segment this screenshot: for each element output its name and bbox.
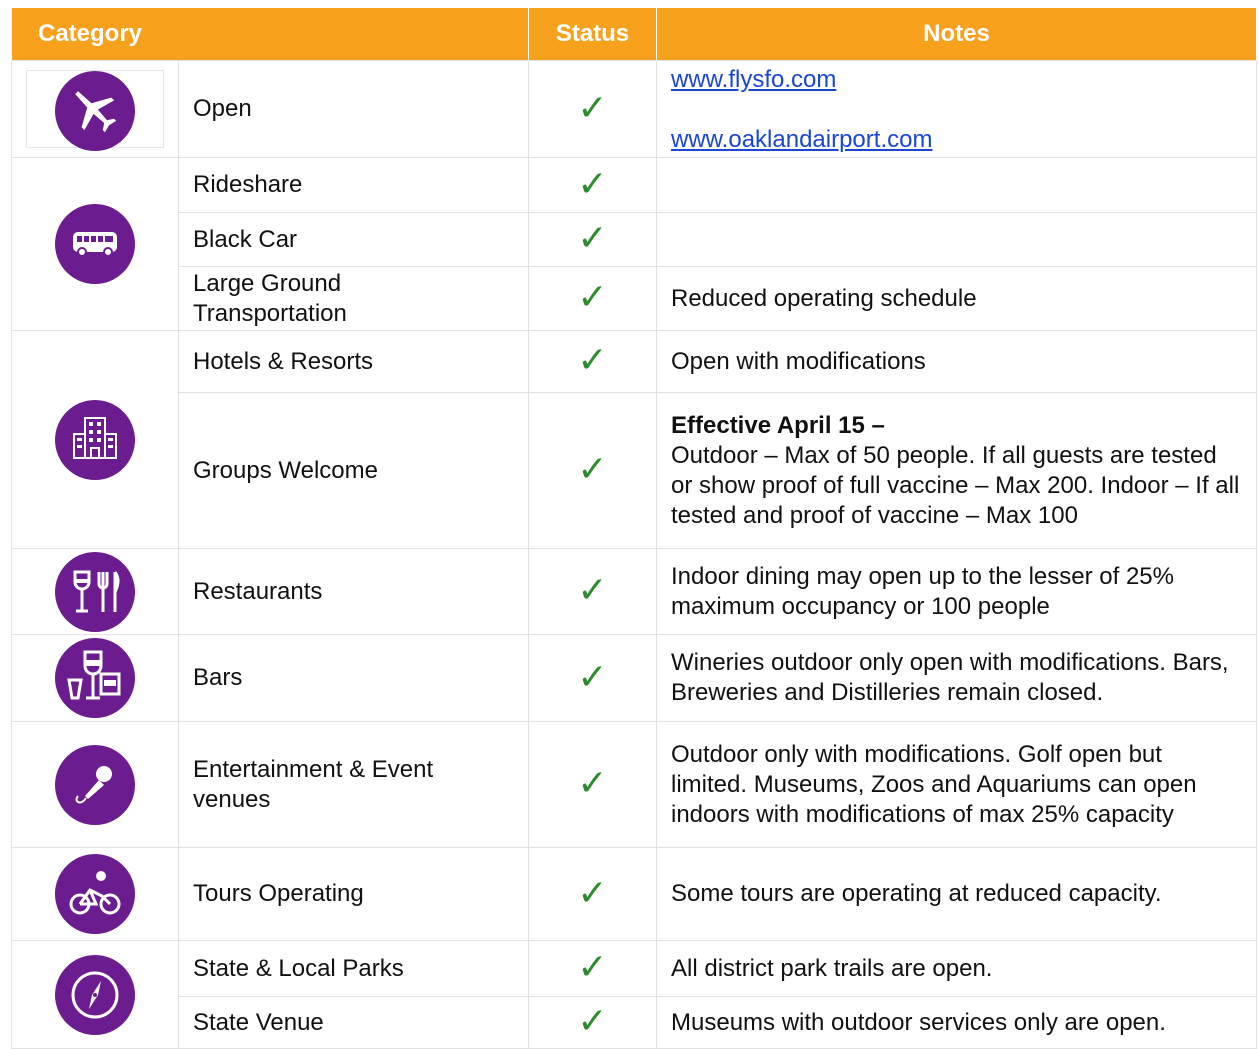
table-row: Rideshare ✓ bbox=[11, 157, 1257, 331]
table-row: Open ✓ www.flysfo.com www.oaklandairport… bbox=[11, 60, 1257, 158]
table-row: Black Car ✓ bbox=[12, 212, 1257, 267]
notes-cell: Outdoor only with modifications. Golf op… bbox=[656, 721, 1257, 848]
bicycle-icon bbox=[55, 854, 135, 934]
microphone-icon bbox=[55, 744, 135, 825]
category-icon-cell bbox=[11, 634, 179, 722]
check-icon: ✓ bbox=[577, 218, 608, 259]
table-row: Restaurants ✓ Indoor dining may open up … bbox=[11, 548, 1257, 635]
check-icon: ✓ bbox=[577, 340, 608, 381]
category-label: State Venue bbox=[178, 996, 529, 1049]
table-row: State & Local Parks ✓ All district park … bbox=[11, 940, 1257, 1049]
check-icon: ✓ bbox=[577, 163, 608, 205]
notes-cell bbox=[656, 212, 1257, 267]
category-icon-cell bbox=[11, 60, 179, 158]
header-notes: Notes bbox=[656, 8, 1257, 61]
check-icon: ✓ bbox=[577, 1001, 608, 1042]
category-label: Hotels & Resorts bbox=[178, 330, 529, 393]
bus-icon bbox=[55, 204, 135, 284]
notes-cell: Wineries outdoor only open with modifica… bbox=[656, 634, 1257, 722]
category-label: Rideshare bbox=[178, 157, 529, 213]
table-row: Entertainment & Event venues ✓ Outdoor o… bbox=[11, 721, 1257, 848]
category-icon-cell bbox=[11, 548, 179, 635]
link-flysfo[interactable]: www.flysfo.com bbox=[671, 66, 836, 93]
category-icon-cell bbox=[11, 940, 179, 1049]
notes-cell: All district park trails are open. bbox=[656, 940, 1257, 997]
check-icon: ✓ bbox=[577, 570, 608, 611]
category-label: Restaurants bbox=[178, 548, 529, 635]
category-icon-cell bbox=[11, 157, 179, 331]
link-oaklandairport[interactable]: www.oaklandairport.com bbox=[671, 126, 932, 153]
compass-icon bbox=[55, 954, 135, 1035]
status-cell: ✓ bbox=[528, 266, 657, 331]
category-label: Groups Welcome bbox=[178, 392, 529, 549]
category-label: Entertainment & Event venues bbox=[178, 721, 529, 848]
notes-cell: Museums with outdoor services only are o… bbox=[656, 996, 1257, 1049]
notes-cell: Effective April 15 – Outdoor – Max of 50… bbox=[656, 392, 1257, 549]
status-cell: ✓ bbox=[528, 721, 657, 848]
check-icon: ✓ bbox=[577, 277, 608, 318]
notes-cell: www.flysfo.com www.oaklandairport.com bbox=[656, 60, 1257, 158]
category-label: State & Local Parks bbox=[178, 940, 529, 997]
status-table: Category Status Notes Open ✓ www.flysfo.… bbox=[11, 8, 1257, 1049]
drinks-icon bbox=[55, 638, 135, 718]
building-icon bbox=[55, 399, 135, 480]
category-icon-cell bbox=[11, 847, 179, 941]
status-cell: ✓ bbox=[528, 330, 657, 393]
header-row: Category Status Notes bbox=[11, 8, 1257, 61]
table-row: State Venue ✓ Museums with outdoor servi… bbox=[12, 996, 1257, 1049]
header-category: Category bbox=[11, 8, 529, 61]
notes-cell: Indoor dining may open up to the lesser … bbox=[656, 548, 1257, 635]
header-status: Status bbox=[528, 8, 657, 61]
category-label: Large Ground Transportation bbox=[178, 266, 529, 331]
status-cell: ✓ bbox=[528, 212, 657, 267]
status-cell: ✓ bbox=[528, 996, 657, 1049]
category-label: Black Car bbox=[178, 212, 529, 267]
check-icon: ✓ bbox=[577, 449, 608, 490]
check-icon: ✓ bbox=[577, 763, 608, 804]
category-icon-cell bbox=[11, 330, 179, 549]
category-label: Tours Operating bbox=[178, 847, 529, 941]
table-row: Bars ✓ Wineries outdoor only open with m… bbox=[11, 634, 1257, 722]
status-cell: ✓ bbox=[528, 634, 657, 722]
effective-date: Effective April 15 – bbox=[671, 411, 885, 439]
icon-frame bbox=[26, 70, 164, 151]
check-icon: ✓ bbox=[577, 872, 608, 914]
table-row: Hotels & Resorts ✓ Open with modificatio… bbox=[11, 330, 1257, 549]
table-row: Groups Welcome ✓ Effective April 15 – Ou… bbox=[12, 392, 1257, 549]
category-icon-cell bbox=[11, 721, 179, 848]
dining-icon bbox=[55, 551, 135, 632]
status-cell: ✓ bbox=[528, 940, 657, 997]
airplane-icon bbox=[55, 71, 135, 151]
notes-cell: Some tours are operating at reduced capa… bbox=[656, 847, 1257, 941]
category-label: Open bbox=[178, 60, 529, 158]
notes-cell: Reduced operating schedule bbox=[656, 266, 1257, 331]
groups-note: Outdoor – Max of 50 people. If all guest… bbox=[671, 441, 1240, 529]
status-cell: ✓ bbox=[528, 392, 657, 549]
table-row: Large Ground Transportation ✓ Reduced op… bbox=[12, 266, 1257, 331]
status-cell: ✓ bbox=[528, 157, 657, 213]
check-icon: ✓ bbox=[577, 656, 608, 698]
check-icon: ✓ bbox=[577, 87, 608, 129]
category-label: Bars bbox=[178, 634, 529, 722]
notes-cell: Open with modifications bbox=[656, 330, 1257, 393]
notes-cell bbox=[656, 157, 1257, 213]
status-cell: ✓ bbox=[528, 60, 657, 158]
table-row: Tours Operating ✓ Some tours are operati… bbox=[11, 847, 1257, 941]
status-cell: ✓ bbox=[528, 847, 657, 941]
status-cell: ✓ bbox=[528, 548, 657, 635]
check-icon: ✓ bbox=[577, 947, 608, 988]
